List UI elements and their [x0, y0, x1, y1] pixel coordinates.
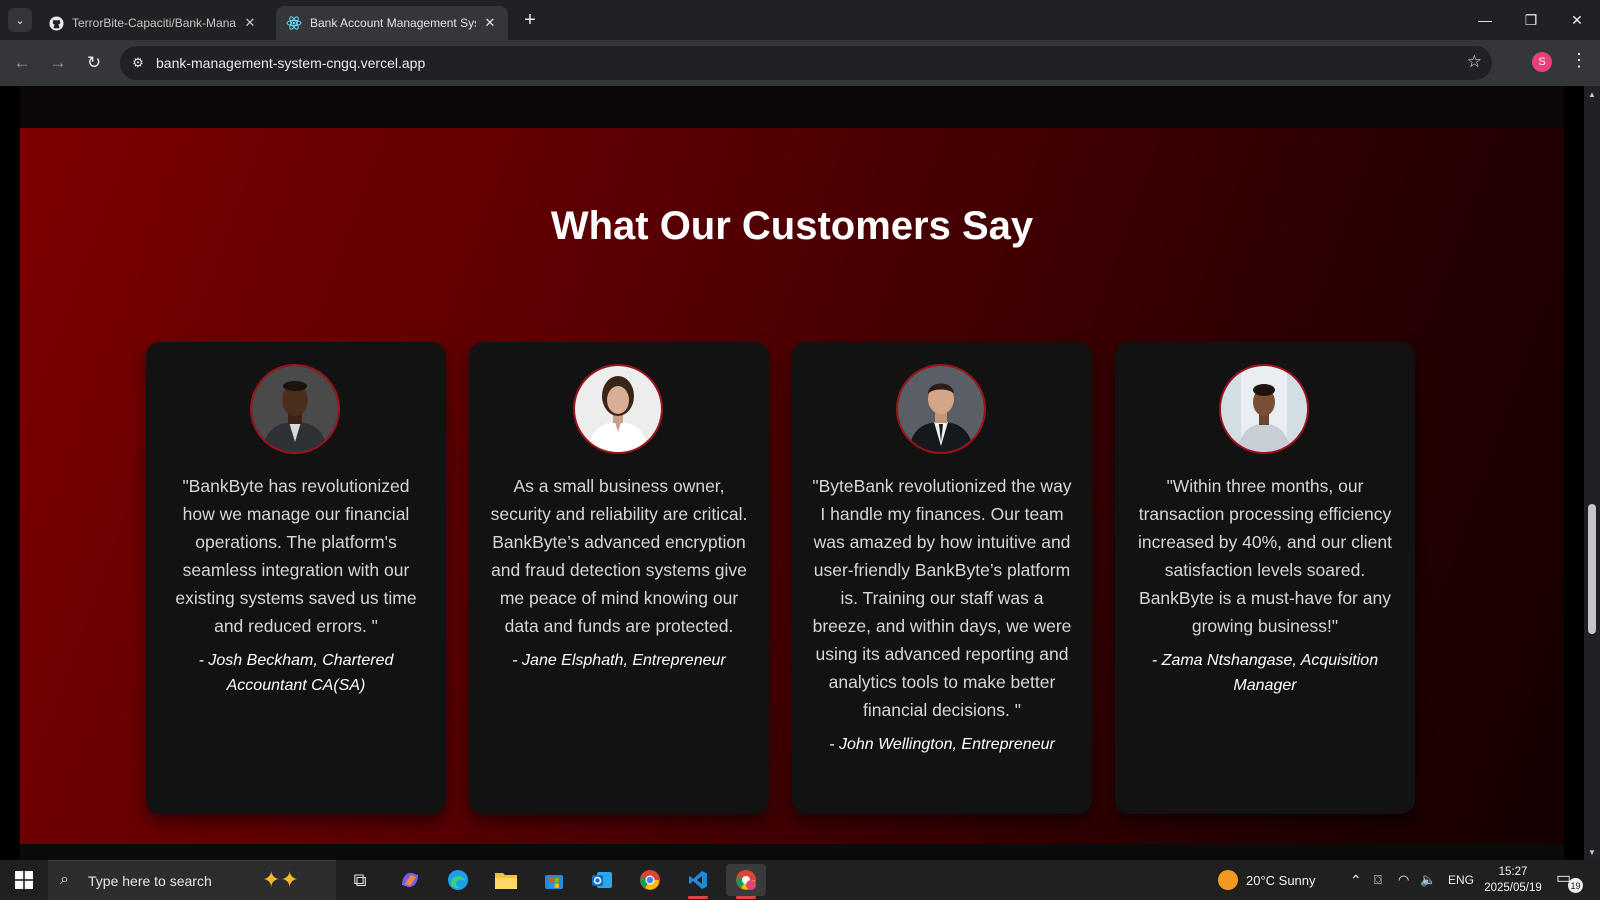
language-indicator[interactable]: ENG [1448, 860, 1474, 900]
testimonial-card: "ByteBank revolutionized the way I handl… [792, 342, 1092, 814]
taskbar-search[interactable]: ⌕ Type here to search ✦✦ [48, 860, 336, 900]
minimize-icon[interactable]: — [1462, 0, 1508, 40]
forward-arrow-icon[interactable]: → [46, 51, 70, 75]
tab-title: Bank Account Management Sys [310, 16, 476, 30]
scrollbar-thumb[interactable] [1588, 504, 1596, 634]
sparkle-icon: ✦✦ [262, 867, 299, 892]
close-tab-icon[interactable]: ✕ [242, 15, 258, 31]
notification-count: 19 [1568, 878, 1583, 893]
windows-start-icon[interactable] [0, 860, 48, 900]
customer-photo [250, 364, 340, 454]
file-explorer-icon[interactable] [486, 864, 526, 896]
reload-icon[interactable]: ↻ [82, 51, 106, 75]
copilot-icon[interactable] [390, 864, 430, 896]
taskbar: ⌕ Type here to search ✦✦ ⧉ 20°C Sunny ⌃ … [0, 860, 1600, 900]
search-placeholder: Type here to search [88, 873, 212, 889]
scroll-up-icon[interactable]: ▲ [1588, 90, 1596, 99]
page-scrollbar[interactable] [1584, 86, 1600, 860]
vscode-icon[interactable] [678, 864, 718, 899]
task-view-icon[interactable]: ⧉ [340, 864, 380, 896]
testimonial-card: "Within three months, our transaction pr… [1115, 342, 1415, 814]
section-title: What Our Customers Say [550, 204, 1034, 248]
edge-icon[interactable] [438, 864, 478, 896]
testimonial-author: - Jane Elsphath, Entrepreneur [512, 652, 726, 669]
weather-text: 20°C Sunny [1246, 872, 1316, 888]
tab-bank-account[interactable]: Bank Account Management Sys ✕ [276, 6, 508, 40]
testimonial-card: As a small business owner, security and … [469, 342, 769, 814]
meet-icon[interactable]: ⌼ [1374, 860, 1382, 900]
new-tab-icon[interactable]: + [518, 8, 542, 32]
running-indicator [688, 896, 708, 899]
testimonial-author: - John Wellington, Entrepreneur [829, 736, 1055, 753]
testimonial-card: "BankByte has revolutionized how we mana… [146, 342, 446, 814]
outlook-icon[interactable] [582, 864, 622, 896]
show-hidden-icons-icon[interactable]: ⌃ [1350, 860, 1362, 900]
volume-icon[interactable]: 🔈 [1420, 860, 1436, 900]
toolbar: ← → ↻ ⚙ bank-management-system-cngq.verc… [0, 40, 1600, 86]
close-window-icon[interactable]: ✕ [1554, 0, 1600, 40]
running-indicator [736, 896, 756, 899]
close-tab-icon[interactable]: ✕ [482, 15, 498, 31]
clock-time: 15:27 [1498, 866, 1528, 878]
url-text: bank-management-system-cngq.vercel.app [156, 55, 426, 71]
tab-title: TerrorBite-Capaciti/Bank-Mana [72, 16, 236, 30]
microsoft-store-icon[interactable] [534, 864, 574, 896]
wifi-icon[interactable]: ◠ [1398, 860, 1409, 900]
testimonial-author: - Zama Ntshangase, Acquisition Manager [1151, 652, 1379, 694]
search-icon: ⌕ [60, 871, 69, 888]
customer-photo [573, 364, 663, 454]
github-icon [48, 15, 64, 31]
previous-section-edge [20, 86, 1564, 128]
tab-strip: ⌄ TerrorBite-Capaciti/Bank-Mana ✕ Bank A… [0, 0, 1600, 40]
tab-github[interactable]: TerrorBite-Capaciti/Bank-Mana ✕ [38, 6, 268, 40]
react-icon [286, 15, 302, 31]
clock[interactable]: 15:27 2025/05/19 [1478, 864, 1548, 896]
page-viewport: What Our Customers Say "BankByte has rev… [0, 86, 1584, 860]
testimonial-quote: As a small business owner, security and … [489, 472, 749, 673]
tab-search-button[interactable]: ⌄ [8, 8, 32, 32]
scroll-down-icon[interactable]: ▼ [1588, 848, 1596, 857]
testimonial-author: - Josh Beckham, Chartered Accountant CA(… [198, 652, 394, 694]
profile-avatar[interactable]: S [1532, 52, 1552, 72]
sun-icon [1218, 870, 1238, 890]
bookmark-star-icon[interactable]: ☆ [1467, 52, 1482, 72]
site-settings-icon[interactable]: ⚙ [126, 51, 150, 75]
clock-date: 2025/05/19 [1484, 882, 1542, 894]
chrome-profile-icon[interactable] [726, 864, 766, 899]
testimonial-quote: "BankByte has revolutionized how we mana… [166, 472, 426, 698]
notification-icon[interactable]: ▭ 19 [1556, 868, 1583, 893]
address-bar[interactable]: ⚙ bank-management-system-cngq.vercel.app… [120, 46, 1492, 80]
chrome-icon[interactable] [630, 864, 670, 896]
browser-menu-icon[interactable]: ⋮ [1570, 50, 1588, 71]
customer-photo [896, 364, 986, 454]
next-section-edge [20, 844, 1564, 860]
weather-widget[interactable]: 20°C Sunny [1218, 860, 1316, 900]
customer-photo [1219, 364, 1309, 454]
restore-icon[interactable]: ❐ [1508, 0, 1554, 40]
testimonial-quote: "ByteBank revolutionized the way I handl… [812, 472, 1072, 757]
testimonial-quote: "Within three months, our transaction pr… [1135, 472, 1395, 698]
back-arrow-icon[interactable]: ← [10, 51, 34, 75]
testimonials-section: What Our Customers Say "BankByte has rev… [20, 128, 1564, 844]
